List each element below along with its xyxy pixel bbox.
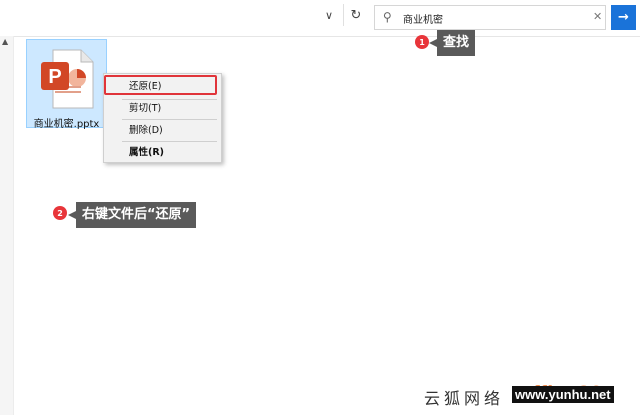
watermark: 云狐网络 office26 www.yunhu.net (424, 381, 634, 409)
callout-restore: 右键文件后“还原” (67, 202, 197, 228)
arrow-right-icon: → (618, 10, 629, 25)
menu-item-properties[interactable]: 属性(R) (104, 143, 221, 163)
callout-search: 查找 (428, 30, 476, 56)
step-badge-1: 1 (415, 35, 429, 49)
chevron-up-icon[interactable]: ▲ (2, 37, 8, 46)
search-input[interactable]: ⚲ 商业机密 ✕ (374, 5, 606, 30)
step-badge-2: 2 (53, 206, 67, 220)
search-go-button[interactable]: → (611, 5, 636, 30)
powerpoint-file-icon: P (41, 49, 94, 109)
scrollbar[interactable]: ▲ (0, 36, 14, 415)
search-icon: ⚲ (383, 10, 392, 24)
watermark-text: 云狐网络 (424, 389, 505, 408)
menu-item-cut[interactable]: 剪切(T) (104, 99, 221, 119)
menu-item-delete[interactable]: 删除(D) (104, 121, 221, 141)
watermark-url: www.yunhu.net (512, 386, 614, 403)
toolbar: ∨ ↻ ⚲ 商业机密 ✕ → (0, 0, 640, 37)
restore-highlight (104, 75, 217, 95)
file-item[interactable]: P 商业机密.pptx (26, 39, 107, 130)
svg-text:P: P (48, 66, 61, 88)
file-name: 商业机密.pptx (33, 119, 100, 130)
refresh-icon[interactable]: ↻ (343, 4, 368, 26)
address-bar[interactable] (0, 4, 366, 32)
chevron-down-icon[interactable]: ∨ (318, 4, 340, 26)
menu-separator (122, 119, 217, 120)
menu-separator (122, 141, 217, 142)
close-icon[interactable]: ✕ (593, 10, 602, 23)
search-value: 商业机密 (403, 15, 443, 26)
